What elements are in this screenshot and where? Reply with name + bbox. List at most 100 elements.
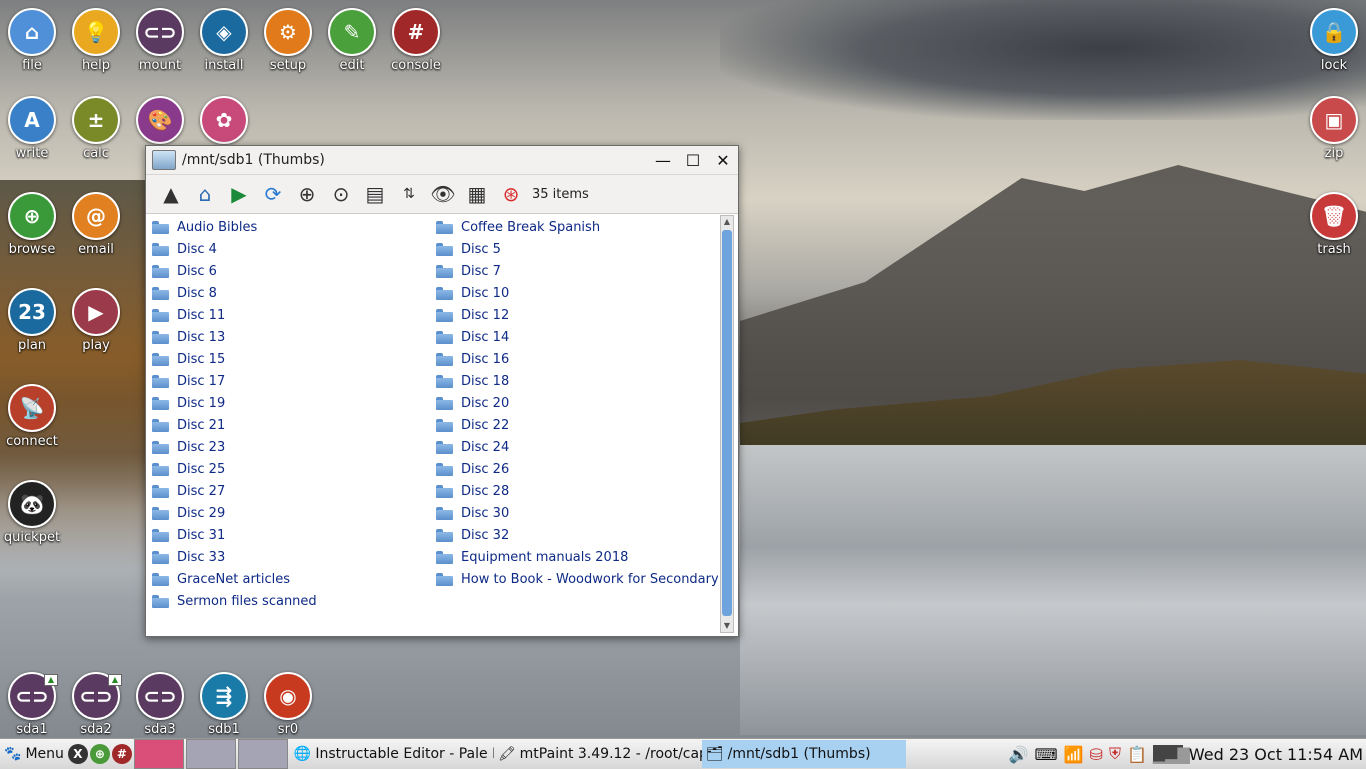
folder-icon	[152, 308, 169, 322]
details-view-icon[interactable]: ▦	[460, 179, 494, 209]
desktop-icon-trash[interactable]: 🗑 trash	[1302, 192, 1366, 257]
desktop-icon-draw[interactable]: ✿	[192, 96, 256, 146]
workspace-2[interactable]	[185, 739, 236, 769]
folder-item[interactable]: Disc 31	[152, 524, 428, 546]
desktop-icon-setup[interactable]: ⚙ setup	[256, 8, 320, 73]
desktop-icon-help[interactable]: 💡 help	[64, 8, 128, 73]
workspace-1[interactable]	[133, 739, 184, 769]
taskbar-task[interactable]: 🗂/mnt/sdb1 (Thumbs)	[701, 740, 906, 768]
sort-icon[interactable]: ⇅	[392, 179, 426, 209]
desktop-icon-console[interactable]: # console	[384, 8, 448, 73]
folder-item[interactable]: Disc 4	[152, 238, 428, 260]
desktop-icon-write[interactable]: Awrite	[0, 96, 64, 161]
desktop-icon-sda1[interactable]: ⊂⊃ ▲ sda1	[0, 672, 64, 737]
home-icon[interactable]: ⌂	[188, 179, 222, 209]
desktop-icon-calc[interactable]: ± calc	[64, 96, 128, 161]
folder-item[interactable]: Disc 26	[436, 458, 718, 480]
folder-item[interactable]: Disc 21	[152, 414, 428, 436]
scroll-up-arrow-icon[interactable]: ▲	[721, 216, 733, 228]
clipboard-icon[interactable]: 📋	[1127, 745, 1147, 764]
folder-item[interactable]: Disc 12	[436, 304, 718, 326]
desktop-icon-browse[interactable]: ⊕ browse	[0, 192, 64, 257]
folder-item[interactable]: Disc 20	[436, 392, 718, 414]
minimize-button[interactable]: —	[648, 151, 678, 170]
folder-item[interactable]: Disc 29	[152, 502, 428, 524]
cpu-graph-icon[interactable]: ▁▂▇	[1152, 744, 1190, 764]
list-view-icon[interactable]: ▤	[358, 179, 392, 209]
desktop-icon-mount[interactable]: ⊂⊃ mount	[128, 8, 192, 73]
folder-item[interactable]: Equipment manuals 2018	[436, 546, 718, 568]
folder-item[interactable]: Disc 16	[436, 348, 718, 370]
folder-item[interactable]: Disc 23	[152, 436, 428, 458]
desktop-icon-email[interactable]: @ email	[64, 192, 128, 257]
clock[interactable]: Wed 23 Oct 11:54 AM	[1189, 745, 1363, 764]
folder-item[interactable]: Disc 5	[436, 238, 718, 260]
desktop-icon-edit[interactable]: ✎ edit	[320, 8, 384, 73]
folder-item[interactable]: Audio Bibles	[152, 216, 428, 238]
firewall-shield-icon[interactable]: ⛨	[1109, 744, 1121, 764]
desktop-icon-sdb1[interactable]: ⇶ sdb1	[192, 672, 256, 737]
keyboard-icon[interactable]: ⌨	[1035, 745, 1058, 764]
workspace-3[interactable]	[237, 739, 288, 769]
desktop-icon-play[interactable]: ▶ play	[64, 288, 128, 353]
folder-item[interactable]: Disc 32	[436, 524, 718, 546]
folder-item[interactable]: Disc 28	[436, 480, 718, 502]
scrollbar-thumb[interactable]	[722, 230, 732, 616]
zoom-fit-icon[interactable]: ⊙	[324, 179, 358, 209]
desktop-icon-plan[interactable]: 23 plan	[0, 288, 64, 353]
folder-item[interactable]: How to Book - Woodwork for Secondary S	[436, 568, 718, 590]
desktop-icon-connect[interactable]: 📡 connect	[0, 384, 64, 449]
folder-item[interactable]: Coffee Break Spanish	[436, 216, 718, 238]
drive-icon[interactable]: ⛁	[1090, 745, 1103, 764]
desktop-icon-zip[interactable]: ▣ zip	[1302, 96, 1366, 161]
vertical-scrollbar[interactable]: ▲ ▼	[720, 215, 734, 633]
wifi-icon[interactable]: 📶	[1064, 745, 1084, 764]
folder-item[interactable]: Disc 27	[152, 480, 428, 502]
desktop-icon-sda3[interactable]: ⊂⊃ sda3	[128, 672, 192, 737]
play-icon[interactable]: ▶	[222, 179, 256, 209]
desktop-icon-sr0[interactable]: ◉ sr0	[256, 672, 320, 737]
folder-item[interactable]: Disc 17	[152, 370, 428, 392]
desktop-icon-lock[interactable]: 🔒 lock	[1302, 8, 1366, 73]
taskbar-task[interactable]: 🖍 mtPaint 3.49.12 - /root/cap	[494, 740, 702, 768]
help-lifebuoy-icon[interactable]: ⊛	[494, 179, 528, 209]
folder-item[interactable]: Disc 13	[152, 326, 428, 348]
window-titlebar[interactable]: /mnt/sdb1 (Thumbs) — ☐ ✕	[146, 146, 738, 175]
file-manager-window[interactable]: /mnt/sdb1 (Thumbs) — ☐ ✕ ▲ ⌂ ▶ ⟳ ⊕ ⊙ ▤ ⇅…	[145, 145, 739, 637]
folder-item[interactable]: Disc 24	[436, 436, 718, 458]
folder-item[interactable]: Disc 33	[152, 546, 428, 568]
folder-item[interactable]: Disc 11	[152, 304, 428, 326]
menu-button[interactable]: 🐾 Menu	[0, 740, 68, 768]
x-close-all-icon[interactable]: X	[67, 744, 88, 764]
browser-launcher-icon[interactable]: ⊕	[89, 744, 110, 764]
desktop-icon-sda2[interactable]: ⊂⊃ ▲ sda2	[64, 672, 128, 737]
close-button[interactable]: ✕	[708, 151, 738, 170]
folder-item[interactable]: Disc 18	[436, 370, 718, 392]
desktop-icon-quickpet[interactable]: 🐼 quickpet	[0, 480, 64, 545]
zoom-in-icon[interactable]: ⊕	[290, 179, 324, 209]
plan-icon: 23	[8, 288, 56, 336]
folder-item[interactable]: Disc 30	[436, 502, 718, 524]
folder-item[interactable]: Disc 25	[152, 458, 428, 480]
folder-item[interactable]: Disc 19	[152, 392, 428, 414]
desktop-icon-paint[interactable]: 🎨	[128, 96, 192, 146]
folder-item[interactable]: Disc 14	[436, 326, 718, 348]
desktop-icon-file[interactable]: ⌂ file	[0, 8, 64, 73]
volume-icon[interactable]: 🔊	[1009, 745, 1029, 764]
up-arrow-icon[interactable]: ▲	[154, 179, 188, 209]
maximize-button[interactable]: ☐	[678, 151, 708, 170]
folder-item[interactable]: Disc 22	[436, 414, 718, 436]
show-hidden-eye-icon[interactable]: 👁	[426, 179, 460, 209]
taskbar-task[interactable]: 🌐 Instructable Editor - Pale M	[290, 740, 494, 768]
folder-item[interactable]: Disc 7	[436, 260, 718, 282]
scroll-down-arrow-icon[interactable]: ▼	[721, 620, 733, 632]
folder-item[interactable]: GraceNet articles	[152, 568, 428, 590]
folder-item[interactable]: Disc 6	[152, 260, 428, 282]
console-launcher-icon[interactable]: #	[111, 744, 132, 764]
folder-item[interactable]: Disc 10	[436, 282, 718, 304]
folder-item[interactable]: Disc 8	[152, 282, 428, 304]
desktop-icon-install[interactable]: ◈ install	[192, 8, 256, 73]
refresh-icon[interactable]: ⟳	[256, 179, 290, 209]
folder-item[interactable]: Disc 15	[152, 348, 428, 370]
folder-item[interactable]: Sermon files scanned	[152, 590, 428, 612]
